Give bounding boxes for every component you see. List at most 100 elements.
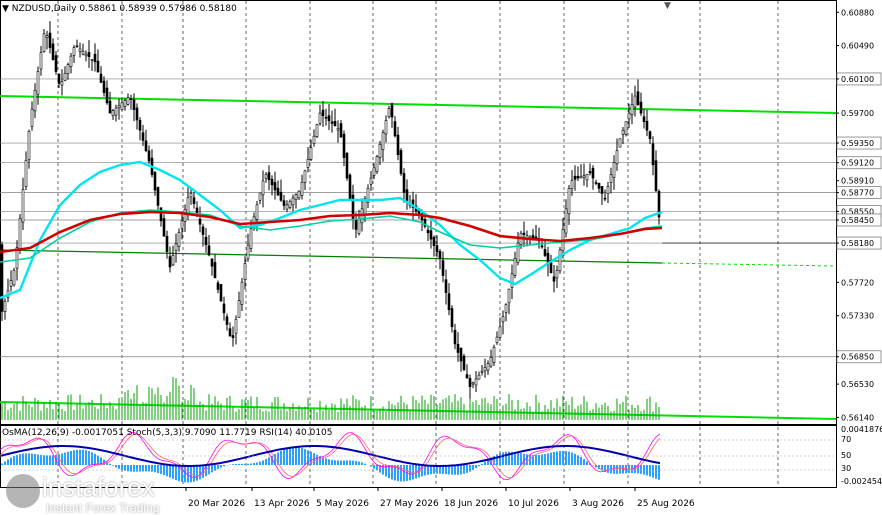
candle-body	[594, 182, 598, 184]
candle-body	[399, 150, 403, 174]
candle-body	[9, 280, 13, 287]
osma-bar	[565, 451, 567, 465]
candle-body	[111, 110, 115, 117]
candle-body	[585, 173, 589, 181]
candle-body	[588, 171, 592, 174]
osma-bar	[286, 448, 288, 465]
osma-bar	[73, 450, 75, 465]
osma-bar	[646, 465, 648, 476]
candle-body	[21, 189, 25, 223]
osma-bar	[235, 463, 237, 465]
candle-body	[240, 281, 244, 305]
osma-bar	[520, 453, 522, 465]
candle-body	[468, 378, 472, 387]
price-tick-label: 0.58180	[841, 239, 874, 248]
candle-body	[300, 182, 304, 196]
candle-body	[288, 201, 292, 208]
candle-body	[603, 197, 607, 200]
osma-bar	[364, 463, 366, 465]
candle-body	[402, 173, 406, 193]
candle-body	[357, 218, 361, 234]
candle-body	[582, 175, 586, 178]
logo-mark-icon	[6, 474, 40, 508]
osma-bar	[355, 460, 357, 465]
osma-bar	[259, 461, 261, 465]
candle-body	[42, 33, 46, 52]
candle-body	[597, 182, 601, 189]
candle-body	[204, 236, 208, 246]
osma-bar	[10, 457, 12, 465]
candle-body	[222, 303, 226, 314]
candle-body	[558, 249, 562, 272]
candle-body	[210, 258, 214, 267]
candle-body	[372, 167, 376, 176]
osma-bar	[523, 453, 525, 465]
candle-body	[273, 182, 277, 191]
dropdown-triangle-icon[interactable]: ▼	[2, 4, 12, 14]
candle-body	[510, 273, 514, 288]
candle-body	[0, 244, 4, 312]
candle-body	[579, 176, 583, 179]
osma-bar	[40, 454, 42, 465]
osma-bar	[658, 465, 660, 480]
candle-body	[267, 172, 271, 181]
osma-bar	[49, 455, 51, 465]
chart-window[interactable]: 0.60880 0.60490 0.60100 0.59700 0.59350 0.591…	[0, 0, 882, 515]
candle-body	[228, 328, 232, 337]
osma-bar	[505, 451, 507, 465]
candle-body	[444, 279, 448, 293]
osma-bar	[301, 448, 303, 465]
candle-body	[153, 172, 157, 191]
candle-body	[264, 174, 268, 179]
candle-body	[123, 100, 127, 107]
candle-body	[243, 263, 247, 280]
candle-body	[246, 244, 250, 260]
candle-body	[69, 55, 73, 67]
candle-body	[492, 347, 496, 363]
price-tick-label: 0.57720	[841, 278, 874, 287]
close-icon: ▼	[664, 1, 671, 11]
candle-body	[432, 236, 436, 246]
osma-bar	[613, 465, 615, 474]
candle-body	[453, 329, 457, 345]
osma-bar	[67, 451, 69, 465]
candle-body	[186, 197, 190, 213]
osma-bar	[481, 464, 483, 465]
candle-body	[144, 140, 148, 152]
osma-bar	[223, 465, 225, 467]
candle-body	[459, 347, 463, 362]
candle-body	[591, 167, 595, 179]
candle-body	[513, 258, 517, 276]
candle-body	[330, 121, 334, 124]
candle-body	[282, 200, 286, 206]
osma-bar	[580, 457, 582, 465]
candle-body	[435, 245, 439, 253]
candle-body	[285, 204, 289, 210]
osma-bar	[583, 459, 585, 465]
candle-body	[249, 228, 253, 249]
osma-bar	[199, 465, 201, 480]
candle-body	[477, 374, 481, 380]
candle-body	[45, 35, 49, 38]
candle-body	[654, 160, 658, 192]
candle-body	[315, 124, 319, 137]
price-tick-label: 0.56140	[841, 413, 874, 422]
candle-body	[165, 235, 169, 252]
osma-bar	[265, 459, 267, 465]
candle-body	[231, 335, 235, 339]
osma-bar	[88, 451, 90, 465]
osma-bar	[256, 462, 258, 465]
price-tick-label: 0.58450	[841, 216, 874, 225]
candle-body	[306, 158, 310, 168]
candle-body	[60, 81, 64, 86]
candle-body	[606, 186, 610, 194]
candle-body	[237, 300, 241, 318]
candle-body	[483, 367, 487, 372]
price-tick-label: 0.58770	[841, 189, 874, 198]
candle-body	[393, 121, 397, 137]
indicator-axis-label: 30	[841, 464, 851, 473]
candle-body	[192, 197, 196, 205]
osma-bar	[250, 463, 252, 465]
candle-body	[72, 47, 76, 56]
candle-body	[171, 255, 175, 266]
